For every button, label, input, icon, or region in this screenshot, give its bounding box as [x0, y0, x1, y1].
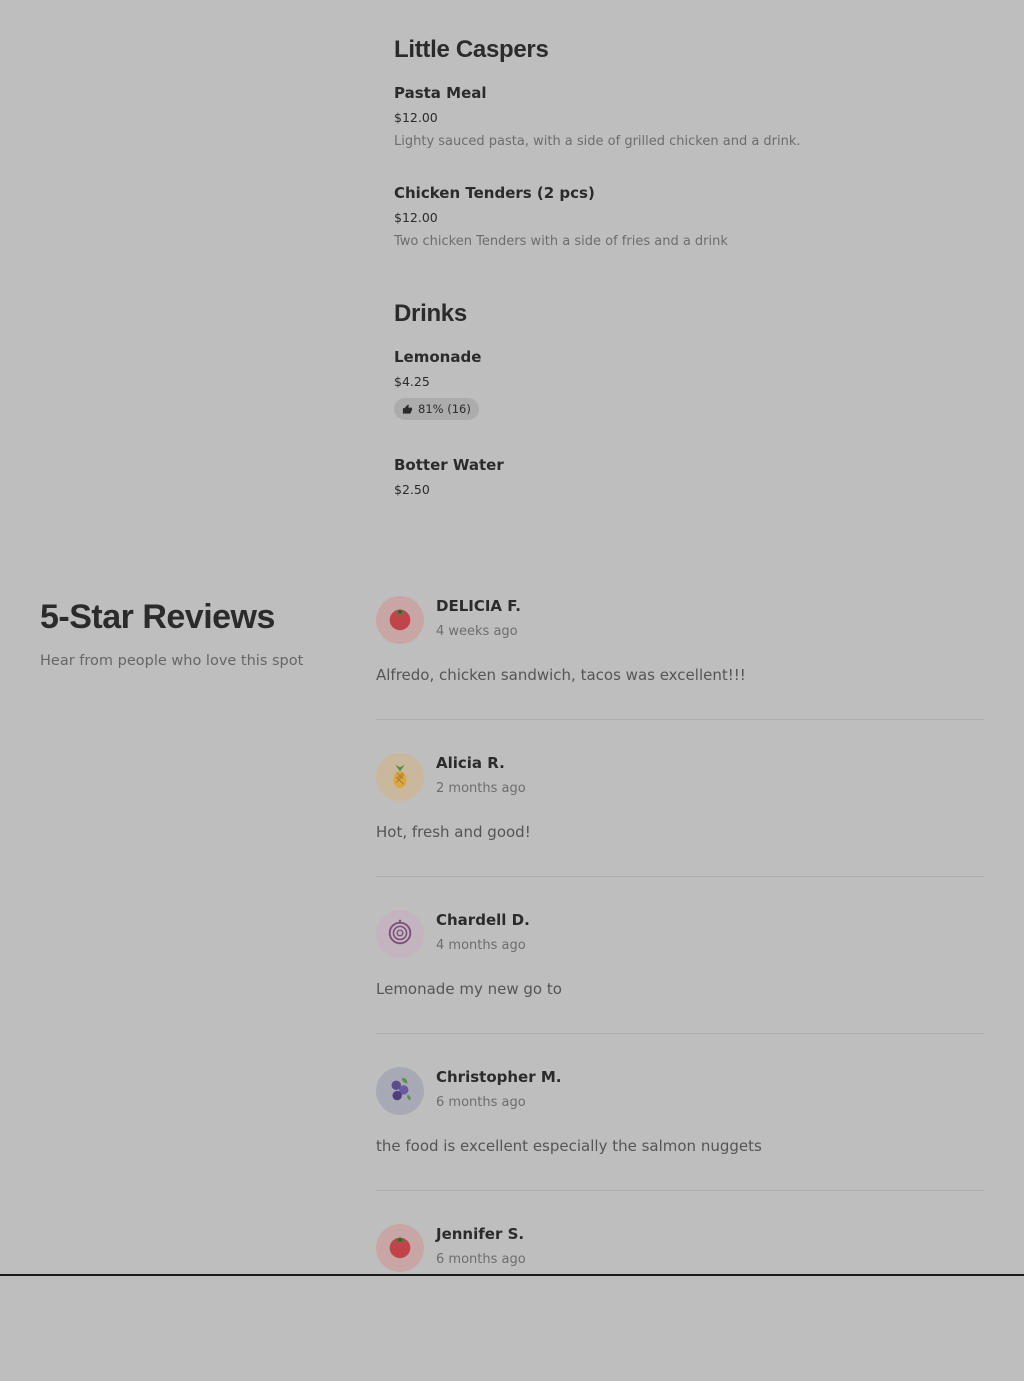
avatar	[376, 1224, 424, 1272]
item-name: Pasta Meal	[394, 84, 487, 102]
avatar	[376, 910, 424, 958]
item-name: Chicken Tenders (2 pcs)	[394, 184, 595, 202]
reviews-header: 5-Star Reviews Hear from people who love…	[40, 598, 340, 669]
reviewer-name: Chardell D.	[436, 911, 530, 929]
menu-item-chicken-tenders[interactable]: Chicken Tenders (2 pcs) $12.00 Two chick…	[394, 184, 994, 249]
review-time: 6 months ago	[436, 1095, 526, 1110]
divider	[376, 876, 984, 877]
review-text: Alfredo, chicken sandwich, tacos was exc…	[376, 666, 746, 684]
item-description: Two chicken Tenders with a side of fries…	[394, 234, 728, 249]
review-card: Christopher M. 6 months ago the food is …	[376, 1067, 984, 1224]
section-title-drinks: Drinks	[394, 300, 467, 327]
item-price: $2.50	[394, 482, 430, 497]
onion-icon	[385, 917, 415, 951]
tomato-icon	[385, 1231, 415, 1265]
item-price: $12.00	[394, 110, 438, 125]
pineapple-icon	[385, 760, 415, 794]
divider	[376, 1190, 984, 1191]
item-price: $4.25	[394, 374, 430, 389]
review-card: Jennifer S. 6 months ago	[376, 1224, 984, 1381]
reviewer-name: Jennifer S.	[436, 1225, 525, 1243]
rating-text: 81% (16)	[418, 402, 471, 416]
blueberries-icon	[385, 1074, 415, 1108]
divider	[376, 719, 984, 720]
avatar	[376, 1067, 424, 1115]
review-text: Lemonade my new go to	[376, 980, 562, 998]
review-time: 4 weeks ago	[436, 624, 518, 639]
item-description: Lighty sauced pasta, with a side of gril…	[394, 134, 801, 149]
rating-badge: 81% (16)	[394, 398, 479, 420]
review-time: 6 months ago	[436, 1252, 526, 1267]
reviewer-name: Christopher M.	[436, 1068, 562, 1086]
reviews-title: 5-Star Reviews	[40, 598, 275, 636]
menu-item-lemonade[interactable]: Lemonade $4.25 81% (16)	[394, 348, 994, 420]
review-card: Alicia R. 2 months ago Hot, fresh and go…	[376, 753, 984, 910]
divider	[376, 1033, 984, 1034]
review-time: 4 months ago	[436, 938, 526, 953]
review-time: 2 months ago	[436, 781, 526, 796]
review-card: DELICIA F. 4 weeks ago Alfredo, chicken …	[376, 596, 984, 753]
review-text: the food is excellent especially the sal…	[376, 1137, 762, 1155]
avatar	[376, 753, 424, 801]
menu-item-pasta-meal[interactable]: Pasta Meal $12.00 Lighty sauced pasta, w…	[394, 84, 994, 149]
tomato-icon	[385, 603, 415, 637]
review-text: Hot, fresh and good!	[376, 823, 531, 841]
avatar	[376, 596, 424, 644]
reviewer-name: Alicia R.	[436, 754, 505, 772]
item-price: $12.00	[394, 210, 438, 225]
item-name: Lemonade	[394, 348, 482, 366]
thumbs-up-icon	[402, 403, 413, 415]
menu-item-botter-water[interactable]: Botter Water $2.50	[394, 456, 994, 497]
section-title-little-caspers: Little Caspers	[394, 36, 549, 63]
item-name: Botter Water	[394, 456, 504, 474]
reviewer-name: DELICIA F.	[436, 597, 521, 615]
reviews-subtitle: Hear from people who love this spot	[40, 653, 304, 669]
review-card: Chardell D. 4 months ago Lemonade my new…	[376, 910, 984, 1067]
